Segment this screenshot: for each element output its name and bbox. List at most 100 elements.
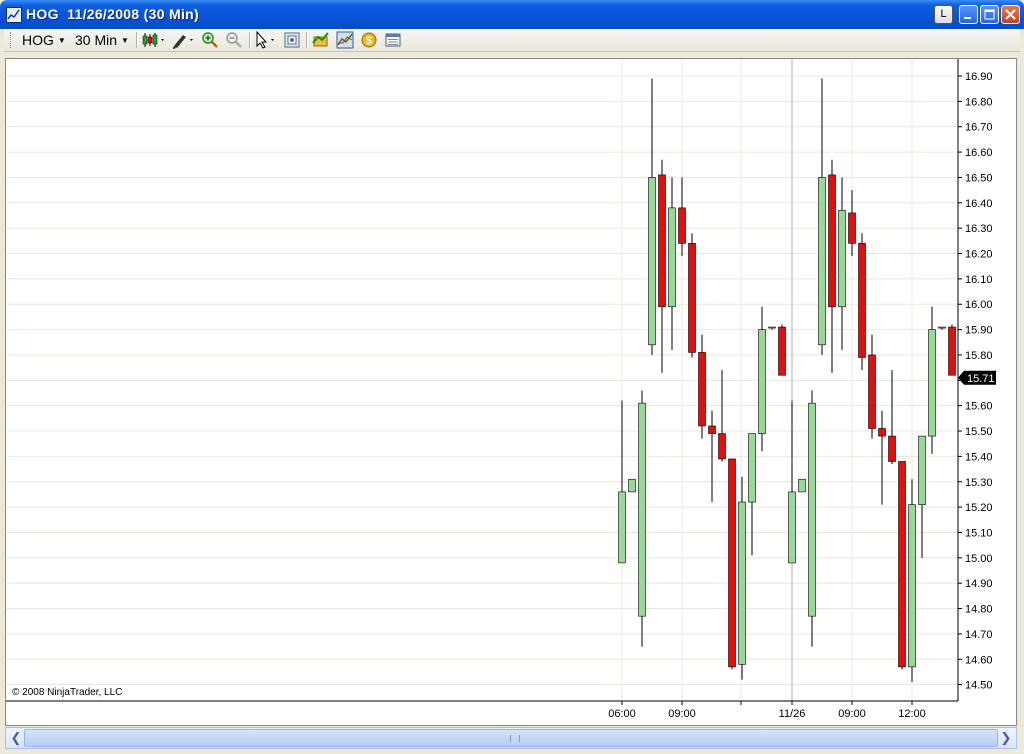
y-tick-label: 15.60 <box>965 401 993 413</box>
x-tick-label: 09:00 <box>668 708 696 720</box>
x-tick-label: 12:00 <box>898 708 926 720</box>
copyright-text: © 2008 NinjaTrader, LLC <box>12 687 123 698</box>
toolbar-separator <box>136 32 138 48</box>
drawing-tool-icon[interactable] <box>171 31 197 49</box>
scroll-right-icon[interactable]: ❯ <box>996 728 1016 748</box>
y-tick-label: 14.50 <box>965 680 993 692</box>
candle-down <box>948 326 956 376</box>
candle-down <box>698 352 706 427</box>
candle-down <box>678 207 686 244</box>
y-tick-label: 16.80 <box>965 96 993 108</box>
interval-label: 30 Min <box>75 32 118 48</box>
indicators-icon[interactable] <box>312 31 330 49</box>
y-tick-label: 16.60 <box>965 147 993 159</box>
y-tick-label: 16.40 <box>965 198 993 210</box>
y-tick-label: 14.80 <box>965 604 993 616</box>
candle-up <box>908 504 916 668</box>
x-tick-label: 09:00 <box>838 708 866 720</box>
maximize-icon <box>984 9 995 20</box>
y-tick-label: 16.10 <box>965 274 993 286</box>
candle-up <box>938 326 946 329</box>
chart-app-icon <box>6 7 22 23</box>
candle-down <box>778 326 786 376</box>
candle-up <box>738 501 746 665</box>
chart-panel[interactable]: 16.90 16.80 16.70 16.60 16.50 16.40 16.30 16.20… <box>5 58 1017 726</box>
y-tick-label: 15.80 <box>965 350 993 362</box>
maximize-button[interactable] <box>980 5 999 24</box>
last-price-label: 15.71 <box>967 373 995 385</box>
candle-up <box>628 478 636 493</box>
properties-icon[interactable] <box>283 31 301 49</box>
toolbar-separator <box>306 32 308 48</box>
candle-down <box>848 212 856 244</box>
x-tick-label: 06:00 <box>608 708 636 720</box>
y-tick-label: 15.20 <box>965 502 993 514</box>
y-tick-label: 16.00 <box>965 299 993 311</box>
candle-up <box>758 329 766 434</box>
x-tick-label: 11/26 <box>779 708 806 720</box>
minimize-icon <box>964 17 971 19</box>
data-box-icon[interactable] <box>384 31 402 49</box>
zoom-in-icon[interactable] <box>201 31 219 49</box>
candle-down <box>718 433 726 460</box>
chart-toolbar: HOG ▼ 30 Min ▼ $ <box>4 29 1020 52</box>
y-tick-label: 15.10 <box>965 527 993 539</box>
candle-down <box>708 425 716 434</box>
candle-up <box>638 402 646 617</box>
scroll-grip-icon <box>510 735 520 742</box>
y-tick-label: 16.90 <box>965 71 993 83</box>
candle-up <box>918 435 926 505</box>
candle-down <box>828 174 836 308</box>
toolbar-separator <box>249 32 251 48</box>
candle-down <box>858 243 866 358</box>
candle-up <box>808 402 816 617</box>
y-tick-label: 16.20 <box>965 249 993 261</box>
candle-down <box>658 174 666 308</box>
toolbar-grip[interactable] <box>10 32 14 48</box>
y-tick-label: 14.70 <box>965 629 993 641</box>
candle-down <box>688 243 696 353</box>
candle-up <box>928 329 936 437</box>
minimize-button[interactable] <box>959 5 978 24</box>
y-tick-label: 15.00 <box>965 553 993 565</box>
y-tick-label: 14.60 <box>965 654 993 666</box>
price-chart[interactable]: 16.90 16.80 16.70 16.60 16.50 16.40 16.30 16.20… <box>6 59 1016 725</box>
svg-text:$: $ <box>366 35 372 47</box>
candle-up <box>618 491 626 564</box>
chevron-down-icon: ▼ <box>121 36 129 46</box>
close-icon <box>1005 9 1016 20</box>
y-tick-label: 16.70 <box>965 122 993 134</box>
candle-up <box>648 177 656 346</box>
candle-up <box>818 177 826 346</box>
link-button[interactable]: L <box>934 5 953 24</box>
candle-down <box>728 458 736 668</box>
candle-down <box>878 428 886 437</box>
y-tick-label: 15.50 <box>965 426 993 438</box>
scrollbar-thumb[interactable] <box>24 729 998 747</box>
horizontal-scrollbar[interactable]: ❮ ❯ <box>5 727 1017 749</box>
strategies-icon[interactable] <box>336 31 354 49</box>
bar-type-candlestick-icon[interactable] <box>142 31 168 49</box>
zoom-out-icon[interactable] <box>225 31 243 49</box>
interval-selector[interactable]: 30 Min ▼ <box>75 31 129 49</box>
scroll-left-icon[interactable]: ❮ <box>6 728 26 748</box>
title-bar[interactable]: HOG 11/26/2008 (30 Min) L <box>0 0 1024 29</box>
y-tick-label: 15.30 <box>965 477 993 489</box>
y-tick-label: 16.50 <box>965 172 993 184</box>
y-tick-label: 15.90 <box>965 325 993 337</box>
close-button[interactable] <box>1001 5 1020 24</box>
order-icon[interactable]: $ <box>360 31 378 49</box>
y-tick-label: 14.90 <box>965 578 993 590</box>
pointer-icon[interactable] <box>254 31 280 49</box>
candle-up <box>668 207 676 308</box>
candle-up <box>768 326 776 329</box>
window-title: HOG 11/26/2008 (30 Min) <box>26 6 199 22</box>
instrument-label: HOG <box>22 32 54 48</box>
candle-down <box>888 435 896 462</box>
y-tick-label: 15.40 <box>965 451 993 463</box>
chevron-down-icon: ▼ <box>57 36 66 46</box>
candle-down <box>868 354 876 429</box>
candle-up <box>788 491 796 564</box>
chart-window: HOG 11/26/2008 (30 Min) L HOG▼ 30 Min▼ <box>0 0 1024 754</box>
instrument-selector[interactable]: HOG ▼ <box>22 31 66 49</box>
